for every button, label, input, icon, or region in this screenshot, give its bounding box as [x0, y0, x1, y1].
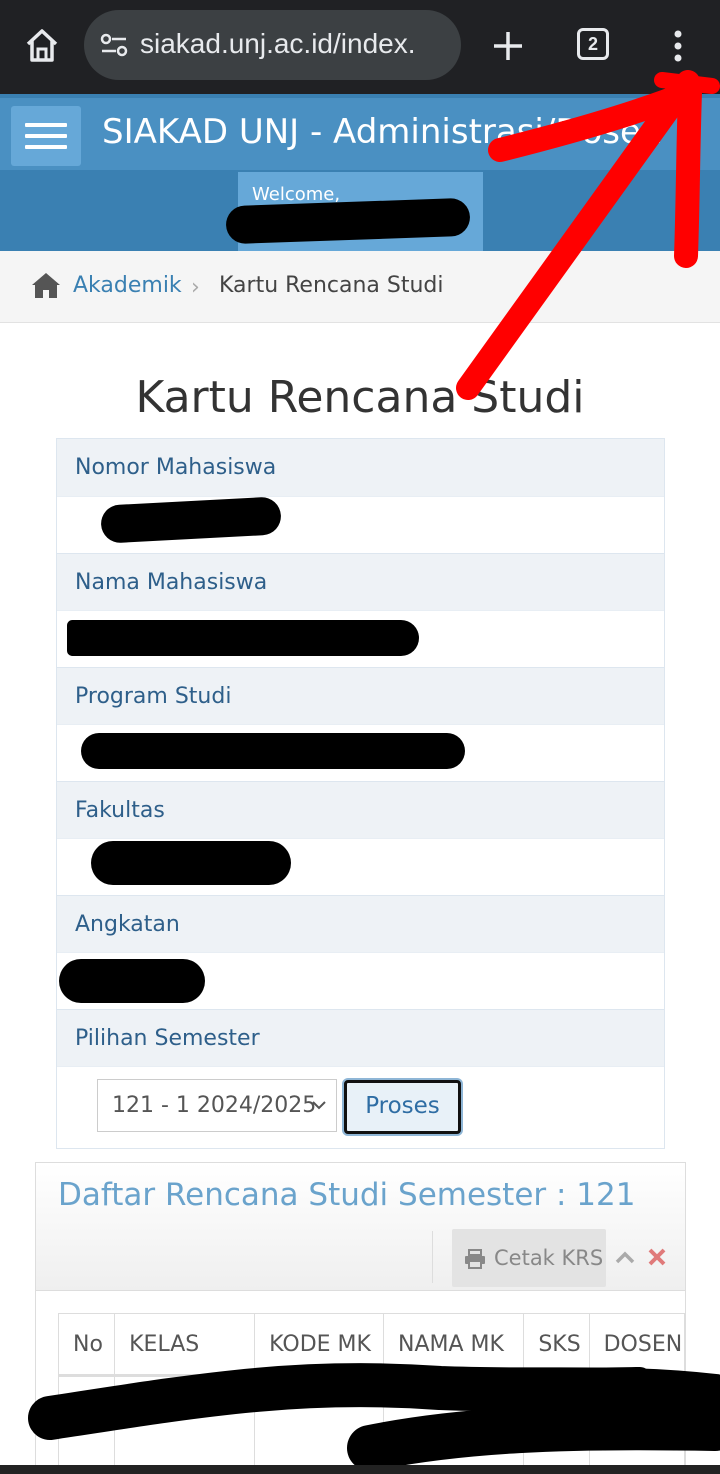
user-menu[interactable]: Welcome,	[225, 172, 483, 251]
breadcrumb-link-akademik[interactable]: Akademik	[73, 273, 182, 298]
system-navigation-bar	[0, 1465, 720, 1474]
app-header: SIAKAD UNJ - Administrasi/Dosen Welcome,	[0, 94, 720, 251]
column-header-kode-mk[interactable]: KODE MK	[254, 1313, 385, 1376]
table-cell	[57, 1374, 116, 1474]
redaction-mark	[225, 197, 471, 245]
url-text[interactable]: siakad.unj.ac.id/index.	[140, 28, 456, 60]
hamburger-menu-icon[interactable]	[11, 106, 81, 166]
more-menu-icon[interactable]	[664, 26, 692, 66]
print-icon	[465, 1249, 485, 1269]
breadcrumb-current: Kartu Rencana Studi	[219, 273, 444, 298]
student-info-table: Nomor Mahasiswa Nama Mahasiswa Program S…	[56, 438, 665, 1149]
semester-controls: 121 - 1 2024/2025 Proses	[57, 1066, 664, 1148]
redaction-mark	[67, 620, 419, 656]
table-header-row: No KELAS KODE MK NAMA MK SKS DOSEN	[57, 1313, 686, 1376]
redaction-mark	[81, 733, 465, 769]
site-settings-icon[interactable]	[100, 32, 128, 58]
cetak-krs-button[interactable]: Cetak KRS	[452, 1229, 606, 1287]
cetak-krs-label: Cetak KRS	[494, 1246, 604, 1270]
column-header-sks[interactable]: SKS	[523, 1313, 590, 1376]
tab-switcher-button[interactable]: 2	[577, 28, 609, 60]
field-value-fakultas	[57, 838, 664, 895]
field-label-nomor-mahasiswa: Nomor Mahasiswa	[57, 439, 664, 496]
field-value-nama-mahasiswa	[57, 610, 664, 667]
app-title: SIAKAD UNJ - Administrasi/Dosen	[102, 112, 663, 152]
table-row	[57, 1374, 686, 1474]
krs-widget: Daftar Rencana Studi Semester : 121 Ceta…	[35, 1162, 686, 1474]
home-icon[interactable]	[22, 26, 62, 66]
krs-table: No KELAS KODE MK NAMA MK SKS DOSEN	[57, 1313, 686, 1474]
field-label-fakultas: Fakultas	[57, 781, 664, 838]
chevron-up-icon[interactable]	[614, 1247, 636, 1269]
semester-select[interactable]: 121 - 1 2024/2025	[97, 1079, 337, 1132]
redaction-mark	[91, 841, 291, 885]
proses-button[interactable]: Proses	[344, 1080, 461, 1134]
widget-header: Daftar Rencana Studi Semester : 121 Ceta…	[36, 1163, 685, 1291]
table-cell	[383, 1374, 525, 1474]
field-value-program-studi	[57, 724, 664, 781]
browser-toolbar: siakad.unj.ac.id/index. 2	[0, 0, 720, 94]
toolbar-divider	[432, 1231, 433, 1283]
semester-label: Pilihan Semester	[57, 1009, 664, 1066]
close-icon[interactable]	[647, 1247, 667, 1267]
redaction-mark	[100, 496, 282, 544]
table-cell	[254, 1374, 385, 1474]
field-value-nomor-mahasiswa	[57, 496, 664, 553]
semester-selected-value: 121 - 1 2024/2025	[112, 1093, 317, 1118]
column-header-nama-mk[interactable]: NAMA MK	[383, 1313, 525, 1376]
chevron-down-icon	[312, 1101, 326, 1110]
widget-title: Daftar Rencana Studi Semester : 121	[58, 1177, 636, 1213]
field-label-nama-mahasiswa: Nama Mahasiswa	[57, 553, 664, 610]
breadcrumb: Akademik › Kartu Rencana Studi	[0, 251, 720, 323]
column-header-no[interactable]: No	[57, 1313, 116, 1376]
top-navbar: SIAKAD UNJ - Administrasi/Dosen	[0, 98, 720, 170]
column-header-dosen[interactable]: DOSEN	[588, 1313, 686, 1376]
table-cell	[588, 1374, 686, 1474]
page-title: Kartu Rencana Studi	[135, 372, 585, 423]
table-cell	[523, 1374, 590, 1474]
table-cell	[114, 1374, 256, 1474]
breadcrumb-separator: ›	[191, 275, 200, 300]
home-icon[interactable]	[30, 271, 62, 299]
new-tab-icon[interactable]	[488, 26, 528, 66]
column-header-kelas[interactable]: KELAS	[114, 1313, 256, 1376]
redaction-mark	[59, 959, 205, 1003]
field-value-angkatan	[57, 952, 664, 1009]
address-bar[interactable]: siakad.unj.ac.id/index.	[84, 10, 461, 80]
field-label-angkatan: Angkatan	[57, 895, 664, 952]
field-label-program-studi: Program Studi	[57, 667, 664, 724]
